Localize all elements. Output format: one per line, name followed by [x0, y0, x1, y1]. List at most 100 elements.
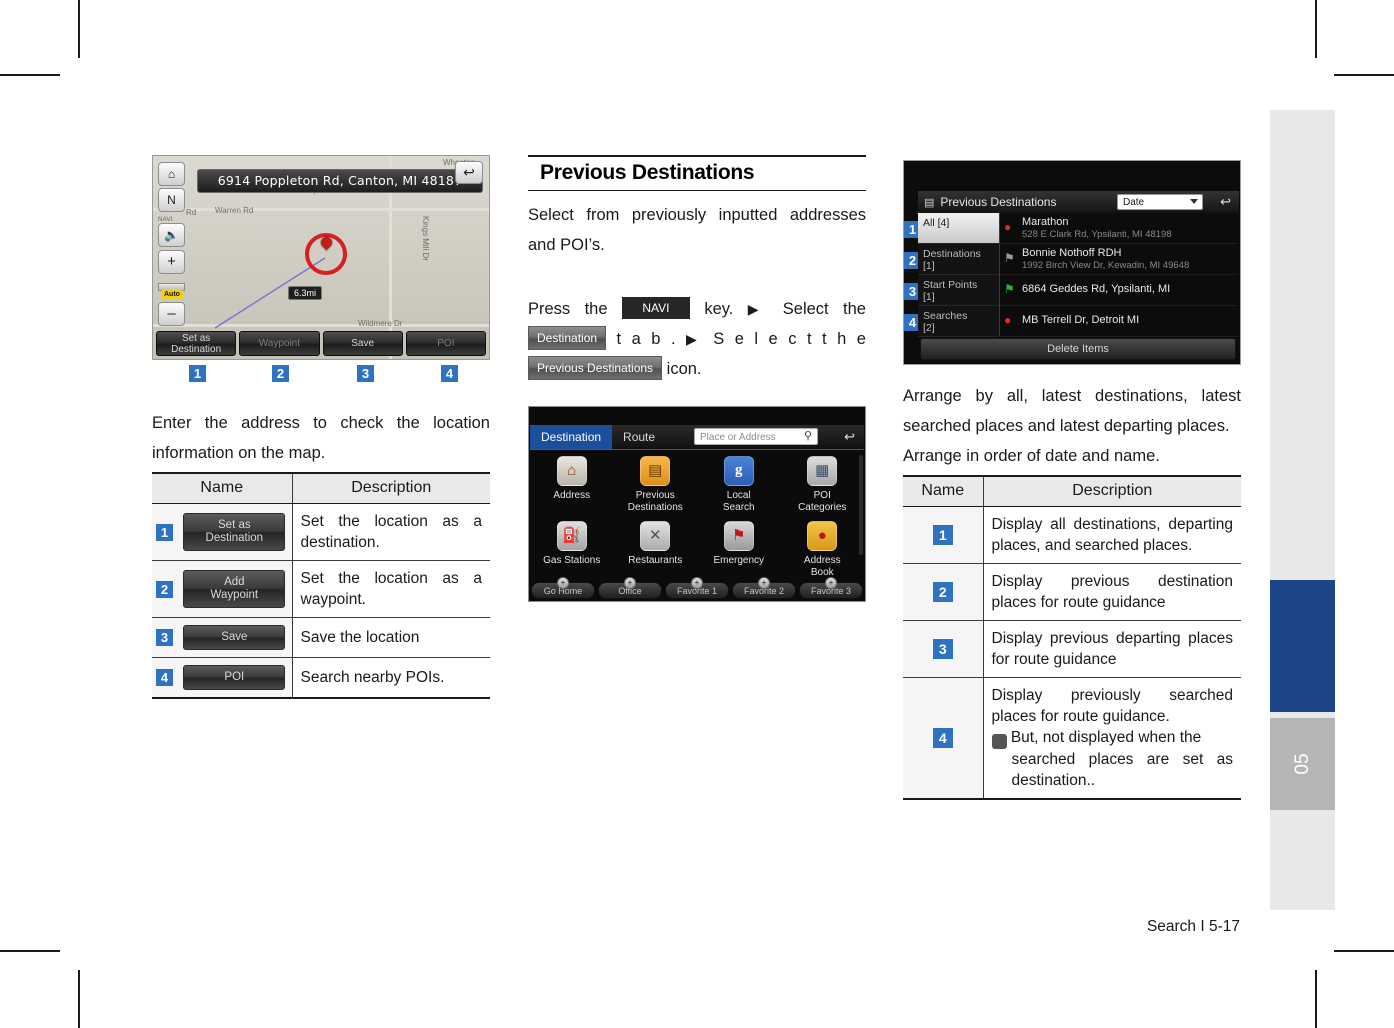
set-as-destination-button[interactable]: Set as Destination — [183, 513, 286, 551]
office-button[interactable]: + Office — [598, 577, 662, 599]
right-row4-name: 4 — [903, 677, 984, 800]
grid-item-gas-stations[interactable]: ⛽ Gas Stations — [530, 521, 614, 578]
favorite-3-button[interactable]: + Favorite 3 — [799, 577, 863, 599]
row-badge-4: 4 — [932, 728, 953, 749]
table-row: 4 Display previously searched places for… — [903, 677, 1241, 800]
dest-scrollbar[interactable] — [859, 455, 863, 555]
right-row2-desc: Display previous destination places for … — [983, 563, 1241, 621]
map-btn-label: Save — [351, 338, 375, 349]
row-badge-3: 3 — [932, 639, 953, 660]
map-poi-button[interactable]: POI — [405, 331, 486, 356]
folder-clock-icon: ▤ — [640, 456, 671, 486]
side-item-destinations[interactable]: Destinations [1] — [918, 244, 999, 275]
list-item[interactable]: ⚑ 6864 Geddes Rd, Ypsilanti, MI — [1000, 275, 1238, 306]
save-button[interactable]: Save — [183, 625, 286, 650]
grid-item-previous-destinations[interactable]: ▤ Previous Destinations — [614, 456, 698, 513]
favorite-1-button[interactable]: + Favorite 1 — [665, 577, 729, 599]
step-key: key. — [704, 300, 734, 318]
left-row2-desc: Set the location as a waypoint. — [292, 560, 490, 618]
list-item-name: Marathon — [1022, 216, 1069, 228]
row-badge-4: 4 — [156, 669, 173, 686]
grid-item-local-search[interactable]: g Local Search — [697, 456, 781, 513]
grid-item-emergency[interactable]: ⚑ Emergency — [697, 521, 781, 578]
right-table-header-name: Name — [903, 475, 984, 507]
sort-value: Date — [1123, 197, 1145, 208]
step-icon: icon. — [666, 360, 702, 378]
tab-destination[interactable]: Destination — [530, 425, 613, 449]
back-icon[interactable]: ↩ — [844, 429, 855, 445]
list-item[interactable]: ⚑ Bonnie Nothoff RDH 1992 Birch View Dr,… — [1000, 244, 1238, 275]
left-row4-name: 4 POI — [152, 657, 293, 699]
row-badge-2: 2 — [156, 580, 173, 598]
info-icon: i — [987, 734, 1007, 749]
step-arrow-1: ▶ — [747, 301, 769, 317]
right-row3-desc: Display previous departing places for ro… — [983, 620, 1241, 678]
list-item-address: 1992 Birch View Dr, Kewadin, MI 49648 — [1022, 260, 1190, 271]
grid-item-address-book[interactable]: ● Address Book — [781, 521, 865, 578]
prev-side-nav: All [4] Destinations [1] Start Points [1… — [918, 213, 1000, 337]
right-row4-note: i But, not displayed when the — [987, 729, 1202, 749]
search-input[interactable]: Place or Address — [694, 428, 818, 445]
list-item-address: 528 E Clark Rd, Ypsilanti, MI 48198 — [1022, 229, 1172, 240]
row-badge-2: 2 — [932, 582, 953, 603]
map-add-waypoint-button[interactable]: Waypoint — [239, 331, 320, 356]
delete-items-button[interactable]: Delete Items — [920, 338, 1236, 360]
map-btn-label: POI — [437, 338, 455, 349]
left-table-header-description: Description — [292, 472, 490, 504]
list-item[interactable]: ● MB Terrell Dr, Detroit MI — [1000, 306, 1238, 337]
middle-steps-text: Press the NAVI key. ▶ Select the Destina… — [528, 294, 866, 384]
building-search-icon: ▦ — [807, 456, 838, 486]
dest-top-bar: Destination Route Place or Address ⚲ ↩ — [530, 425, 864, 450]
address-book-pin-icon: ● — [807, 521, 838, 551]
flag-gray-icon: ⚑ — [1004, 251, 1015, 265]
previous-destinations-icon: ▤ — [924, 196, 935, 209]
map-btn-label: Waypoint — [258, 338, 301, 349]
side-item-start-points[interactable]: Start Points [1] — [918, 275, 999, 306]
poi-button[interactable]: POI — [183, 665, 286, 690]
search-icon[interactable]: ⚲ — [804, 429, 812, 442]
table-row: 2 Add Waypoint Set the location as a way… — [152, 560, 490, 618]
step-tab: t a b . — [616, 330, 676, 348]
table-row: 1 Set as Destination Set the location as… — [152, 503, 490, 561]
back-icon[interactable]: ↩ — [1220, 194, 1231, 210]
row-badge-1: 1 — [932, 525, 953, 546]
grid-item-restaurants[interactable]: ✕ Restaurants — [614, 521, 698, 578]
add-waypoint-button[interactable]: Add Waypoint — [183, 570, 286, 608]
grid-item-poi-categories[interactable]: ▦ POI Categories — [781, 456, 865, 513]
right-spec-table: Name Description 1 Display all destinati… — [903, 475, 1241, 800]
favorite-2-button[interactable]: + Favorite 2 — [732, 577, 796, 599]
google-g-icon: g — [723, 456, 754, 486]
side-item-searches[interactable]: Searches [2] — [918, 306, 999, 337]
sort-dropdown[interactable]: Date — [1117, 194, 1203, 210]
destination-tab-chip[interactable]: Destination — [528, 325, 607, 350]
previous-destinations-chip[interactable]: Previous Destinations — [528, 355, 663, 380]
go-home-button[interactable]: + Go Home — [531, 577, 595, 599]
grid-item-address[interactable]: ⌂ Address — [530, 456, 614, 513]
crop-mark-bottom-right-h — [1334, 950, 1394, 952]
chapter-tab-highlight — [1270, 580, 1335, 712]
map-save-button[interactable]: Save — [322, 331, 403, 356]
left-row3-name: 3 Save — [152, 617, 293, 658]
table-row: 2 Display previous destination places fo… — [903, 563, 1241, 621]
right-intro-text-1: Arrange by all, latest destinations, lat… — [903, 387, 1241, 435]
dest-icon-grid: ⌂ Address ▤ Previous Destinations g Loca… — [530, 450, 864, 578]
table-row: 1 Display all destinations, departing pl… — [903, 506, 1241, 564]
crop-mark-bottom-left-v — [78, 970, 80, 1028]
map-set-as-destination-button[interactable]: Set as Destination — [156, 331, 237, 356]
section-heading-text: Previous Destinations — [540, 161, 755, 184]
left-column: Northampton Ct Warren Rd Rd Kings Mill D… — [152, 155, 490, 699]
list-item[interactable]: ● Marathon 528 E Clark Rd, Ypsilanti, MI… — [1000, 213, 1238, 244]
chapter-tab-current: 05 — [1270, 718, 1335, 810]
table-header-row: Name Description — [152, 472, 490, 504]
chevron-down-icon — [1190, 199, 1198, 204]
list-item-name: MB Terrell Dr, Detroit MI — [1022, 314, 1140, 326]
crop-mark-bottom-right-v — [1315, 970, 1317, 1028]
prev-header-bar: ▤ Previous Destinations Date ↩ — [918, 191, 1239, 213]
callout-badge-3: 3 — [357, 365, 374, 382]
side-item-all[interactable]: All [4] — [918, 213, 999, 244]
left-table-header-name: Name — [152, 472, 293, 504]
navi-key-chip[interactable]: NAVI — [621, 296, 690, 319]
right-intro-text-2: Arrange in order of date and name. — [903, 447, 1160, 465]
chapter-number: 05 — [1291, 753, 1313, 775]
tab-route[interactable]: Route — [612, 425, 666, 449]
